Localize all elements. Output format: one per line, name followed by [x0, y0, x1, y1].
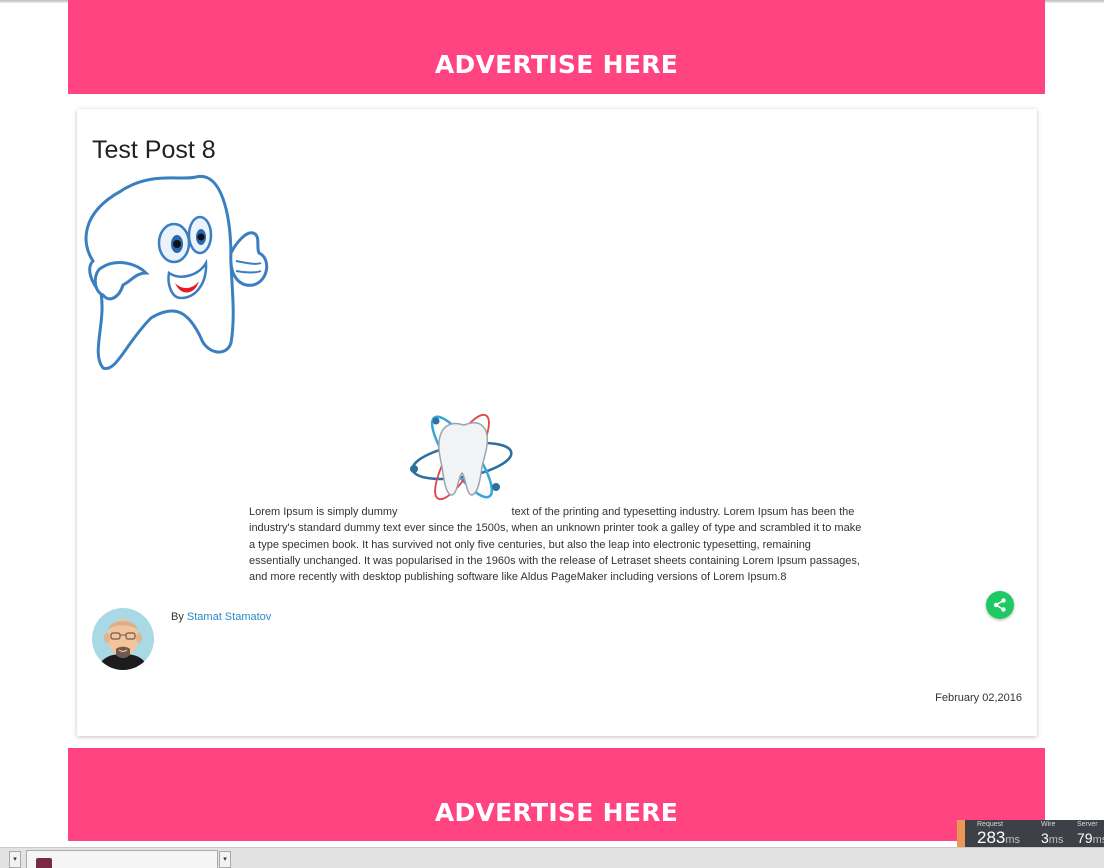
tab-favicon-icon	[36, 858, 52, 868]
post-title[interactable]: Test Post 8	[92, 136, 216, 165]
author-link[interactable]: Stamat Stamatov	[187, 611, 271, 623]
byline-prefix: By	[171, 611, 184, 623]
author-avatar[interactable]	[92, 608, 154, 670]
post-body-start: Lorem Ipsum is simply dummy	[249, 506, 398, 518]
advertise-label: ADVERTISE HERE	[434, 50, 679, 79]
advertise-banner-top[interactable]: ADVERTISE HERE	[68, 0, 1045, 94]
bottom-taskbar: ▾ ... ▾	[0, 847, 1104, 868]
perf-wire-unit: ms	[1048, 834, 1064, 846]
perf-server-label: Server	[1077, 821, 1098, 828]
tooth-cartoon-image	[84, 175, 269, 370]
perf-wire-value: 3	[1041, 830, 1049, 846]
post-byline: By Stamat Stamatov	[171, 611, 271, 623]
tooth-atom-image	[410, 413, 513, 501]
share-button[interactable]	[986, 591, 1014, 619]
tab-label: ...	[63, 861, 73, 868]
post-card: Test Post 8 Lorem Ipsum is simply dummy t…	[77, 109, 1037, 736]
chevron-down-icon[interactable]: ▾	[219, 851, 231, 868]
advertise-label: ADVERTISE HERE	[434, 798, 679, 827]
perf-accent-bar	[957, 820, 965, 847]
perf-request-label: Request	[977, 821, 1004, 828]
perf-server-unit: ms	[1092, 834, 1104, 846]
perf-server-value: 79	[1077, 830, 1093, 846]
taskbar-tab[interactable]: ...	[26, 850, 218, 868]
perf-request-value: 283	[977, 828, 1006, 847]
post-body-text: Lorem Ipsum is simply dummy text of the p…	[249, 504, 865, 585]
post-date: February 02,2016	[935, 692, 1022, 704]
advertise-banner-bottom[interactable]: ADVERTISE HERE	[68, 748, 1045, 841]
perf-request-unit: ms	[1005, 834, 1021, 846]
chevron-down-icon[interactable]: ▾	[9, 851, 21, 868]
performance-widget[interactable]: Request 283ms Wire 3ms Server 79ms	[957, 820, 1104, 847]
share-icon	[993, 598, 1006, 612]
perf-wire-label: Wire	[1041, 821, 1056, 828]
